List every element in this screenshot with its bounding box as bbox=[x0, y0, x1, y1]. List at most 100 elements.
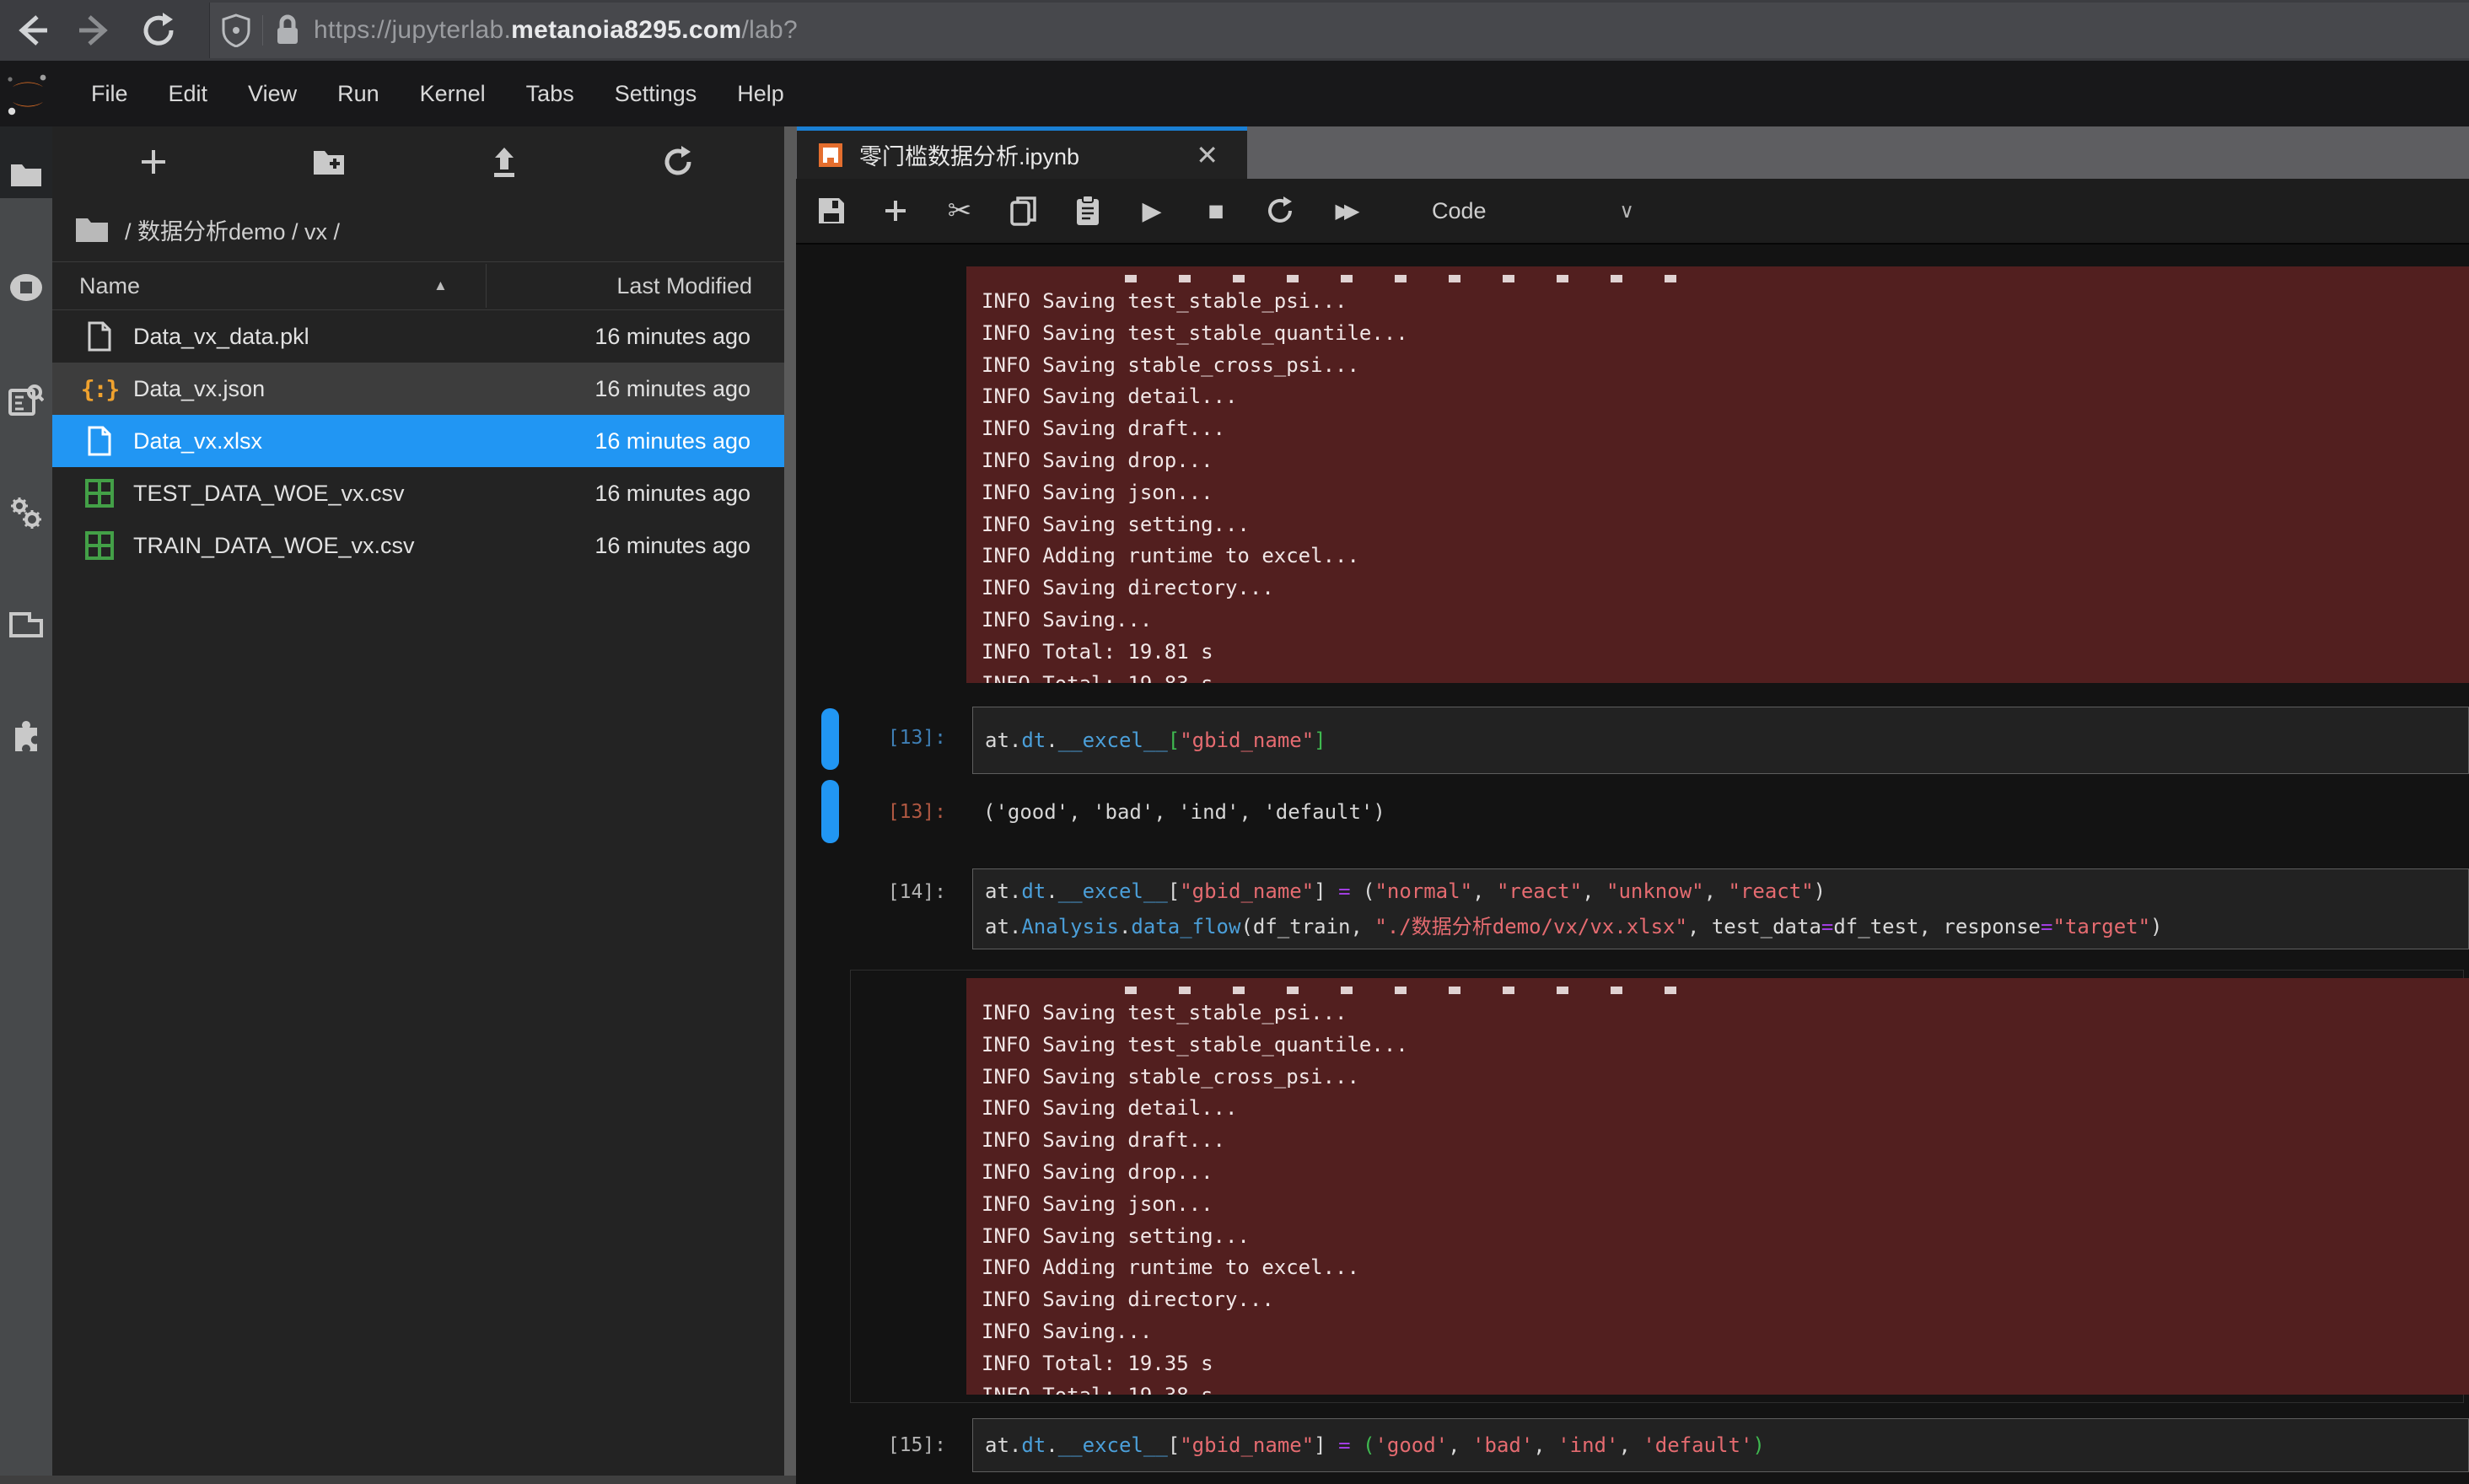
input-prompt: [14]: bbox=[820, 872, 946, 912]
breadcrumb[interactable]: / 数据分析demo / vx / bbox=[74, 207, 340, 251]
run-cell-button[interactable]: ▶ bbox=[1128, 187, 1175, 234]
code-cell-editor[interactable]: at.dt.__excel__["gbid_name"] = ("normal"… bbox=[972, 868, 2469, 949]
menu-item[interactable]: View bbox=[228, 61, 317, 126]
menu-item[interactable]: Help bbox=[717, 61, 804, 126]
output-line: INFO Adding runtime to excel... bbox=[982, 540, 2469, 573]
output-line: INFO Total: 19.38 s bbox=[982, 1380, 2469, 1395]
output-line: INFO Saving drop... bbox=[982, 445, 2469, 477]
browser-chrome: https://jupyterlab.metanoia8295.com/lab? bbox=[0, 0, 2469, 61]
file-browser-icon[interactable] bbox=[0, 145, 52, 204]
upload-button[interactable] bbox=[454, 135, 555, 189]
breadcrumb-path: / 数据分析demo / vx / bbox=[125, 213, 340, 246]
file-row-selected[interactable]: Data_vx.xlsx 16 minutes ago bbox=[52, 415, 784, 467]
folder-icon bbox=[74, 215, 110, 244]
output-line: INFO Saving detail... bbox=[982, 1093, 2469, 1125]
output-line: INFO Total: 19.83 s bbox=[982, 669, 2469, 683]
refresh-button[interactable] bbox=[627, 135, 729, 189]
file-row[interactable]: TRAIN_DATA_WOE_vx.csv 16 minutes ago bbox=[52, 519, 784, 572]
copy-cells-button[interactable] bbox=[1000, 187, 1047, 234]
json-file-icon: {:} bbox=[83, 374, 116, 404]
new-folder-button[interactable] bbox=[278, 135, 379, 189]
extension-manager-puzzle-icon[interactable] bbox=[0, 705, 52, 764]
menu-item[interactable]: Tabs bbox=[506, 61, 594, 126]
output-line: INFO Saving draft... bbox=[982, 1125, 2469, 1157]
activity-bar bbox=[0, 126, 52, 1484]
stream-output-area: INFO Saving test_stable_psi...INFO Savin… bbox=[966, 978, 2469, 1395]
notebook-file-icon bbox=[817, 142, 844, 169]
spreadsheet-file-icon bbox=[83, 478, 116, 508]
column-divider bbox=[486, 264, 487, 308]
output-line: INFO Saving stable_cross_psi... bbox=[982, 1062, 2469, 1094]
output-line: INFO Saving stable_cross_psi... bbox=[982, 350, 2469, 382]
code-cell-editor[interactable]: at.dt.__excel__["gbid_name"] bbox=[972, 707, 2469, 774]
restart-kernel-button[interactable] bbox=[1256, 187, 1304, 234]
input-prompt: [13]: bbox=[820, 717, 946, 759]
shield-icon[interactable] bbox=[222, 13, 250, 47]
plus-icon bbox=[883, 198, 908, 223]
output-line: INFO Saving test_stable_psi... bbox=[982, 997, 2469, 1030]
menu-item[interactable]: Settings bbox=[594, 61, 718, 126]
notebook-tab[interactable]: 零门槛数据分析.ipynb ✕ bbox=[797, 126, 1247, 179]
save-button[interactable] bbox=[808, 187, 855, 234]
output-line: INFO Total: 19.35 s bbox=[982, 1348, 2469, 1380]
menu-item[interactable]: Edit bbox=[148, 61, 229, 126]
output-line: INFO Saving setting... bbox=[982, 509, 2469, 541]
open-tabs-icon[interactable] bbox=[0, 595, 52, 654]
file-row[interactable]: {:} Data_vx.json 16 minutes ago bbox=[52, 363, 784, 415]
url-input[interactable]: https://jupyterlab.metanoia8295.com/lab? bbox=[209, 3, 2469, 58]
cell-type-dropdown[interactable]: Code ∨ bbox=[1432, 198, 1634, 224]
output-line: INFO Saving setting... bbox=[982, 1221, 2469, 1253]
output-line: INFO Total: 19.81 s bbox=[982, 637, 2469, 669]
interrupt-kernel-button[interactable]: ■ bbox=[1192, 187, 1240, 234]
menu-item[interactable]: Run bbox=[317, 61, 400, 126]
sort-ascending-icon[interactable]: ▲ bbox=[433, 262, 448, 309]
stop-icon: ■ bbox=[1208, 196, 1224, 227]
extensions-gears-icon[interactable] bbox=[0, 484, 52, 543]
notebook-toolbar: ✂ ▶ ■ ▶▶ Code ∨ bbox=[796, 179, 2469, 245]
input-prompt: [15]: bbox=[820, 1422, 946, 1469]
upload-icon bbox=[490, 146, 519, 178]
column-name[interactable]: Name bbox=[79, 262, 140, 309]
back-button[interactable] bbox=[10, 8, 54, 52]
execute-result: ('good', 'bad', 'ind', 'default') bbox=[983, 791, 1385, 833]
column-last-modified[interactable]: Last Modified bbox=[616, 262, 752, 309]
folder-plus-icon bbox=[312, 148, 346, 176]
panel-splitter[interactable] bbox=[784, 126, 796, 1484]
fast-forward-icon: ▶▶ bbox=[1336, 199, 1353, 223]
paste-cells-button[interactable] bbox=[1064, 187, 1111, 234]
file-icon bbox=[83, 426, 116, 456]
code-cell-editor[interactable]: at.dt.__excel__["gbid_name"] = ('good', … bbox=[972, 1418, 2469, 1472]
output-line: INFO Saving json... bbox=[982, 1189, 2469, 1221]
plus-icon bbox=[138, 147, 169, 177]
clipped-line-remnant bbox=[1125, 987, 1715, 994]
url-separator bbox=[262, 15, 263, 46]
file-row[interactable]: TEST_DATA_WOE_vx.csv 16 minutes ago bbox=[52, 467, 784, 519]
add-cell-button[interactable] bbox=[872, 187, 919, 234]
reload-button[interactable] bbox=[137, 8, 180, 52]
chevron-down-icon: ∨ bbox=[1619, 199, 1634, 223]
running-kernels-icon[interactable] bbox=[0, 258, 52, 317]
save-icon bbox=[817, 196, 846, 225]
close-icon[interactable]: ✕ bbox=[1196, 142, 1218, 169]
output-line: INFO Saving test_stable_quantile... bbox=[982, 1030, 2469, 1062]
output-line: INFO Saving test_stable_quantile... bbox=[982, 318, 2469, 350]
output-line: INFO Saving test_stable_psi... bbox=[982, 286, 2469, 318]
output-line: INFO Saving directory... bbox=[982, 1284, 2469, 1316]
menu-item[interactable]: Kernel bbox=[400, 61, 506, 126]
clipped-line-remnant bbox=[1125, 275, 1715, 282]
reload-icon bbox=[139, 11, 178, 50]
menu-item[interactable]: File bbox=[71, 61, 148, 126]
output-line: INFO Saving directory... bbox=[982, 573, 2469, 605]
restart-run-all-button[interactable]: ▶▶ bbox=[1321, 187, 1368, 234]
forward-button[interactable] bbox=[73, 8, 116, 52]
run-icon: ▶ bbox=[1142, 196, 1161, 226]
output-line: INFO Saving... bbox=[982, 605, 2469, 637]
property-inspector-icon[interactable] bbox=[0, 371, 52, 430]
file-row[interactable]: Data_vx_data.pkl 16 minutes ago bbox=[52, 310, 784, 363]
scissors-icon: ✂ bbox=[948, 194, 972, 228]
output-line: INFO Saving drop... bbox=[982, 1157, 2469, 1189]
cut-cells-button[interactable]: ✂ bbox=[936, 187, 983, 234]
file-icon bbox=[83, 321, 116, 352]
file-browser-panel: / 数据分析demo / vx / Name ▲ Last Modified D… bbox=[52, 126, 784, 1476]
new-launcher-button[interactable] bbox=[103, 135, 204, 189]
